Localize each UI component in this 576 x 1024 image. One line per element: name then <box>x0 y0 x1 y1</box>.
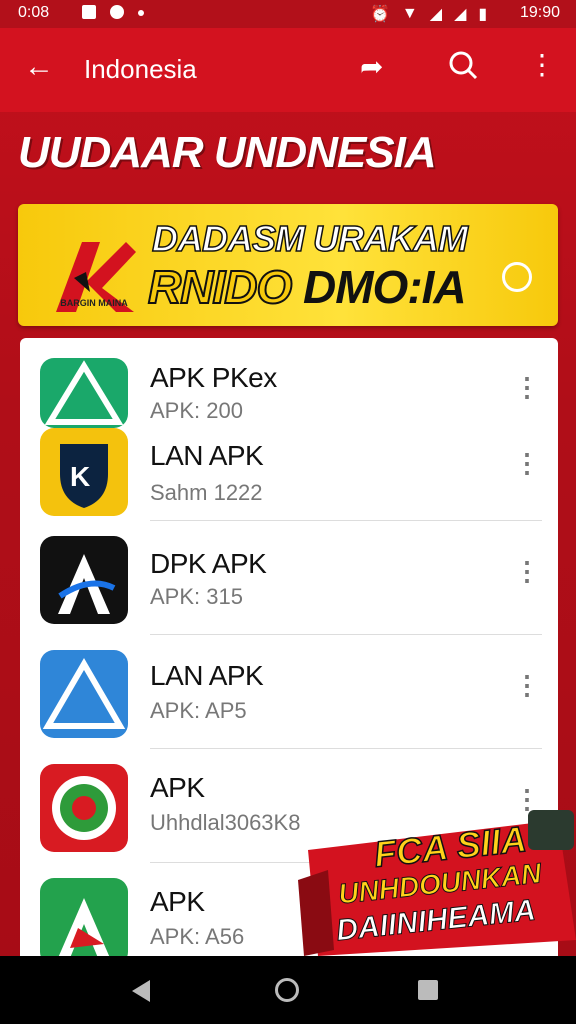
app-name: APK <box>150 772 205 803</box>
signal2-icon: ◢ <box>454 6 467 23</box>
status-clock: 19:90 <box>519 4 560 21</box>
a-letter-icon <box>40 878 128 966</box>
app-name: LAN APK <box>150 660 264 691</box>
item-menu-icon[interactable]: ⋮ <box>514 670 540 701</box>
app-bar-title: Indonesia <box>84 54 197 84</box>
page-heading: UUDAAR UNDNESIA <box>18 128 437 177</box>
item-menu-icon[interactable]: ⋮ <box>514 372 540 403</box>
nav-recents-icon[interactable] <box>418 980 438 1000</box>
promo-line-2b: DMO:IA <box>303 261 467 313</box>
triangle-logo-icon <box>40 358 128 428</box>
list-item[interactable]: LAN APK APK: AP5 ⋮ <box>20 650 558 738</box>
app-subtitle: APK: AP5 <box>150 698 247 723</box>
app-name: LAN APK <box>150 440 264 471</box>
svg-text:K: K <box>70 461 90 492</box>
search-icon[interactable] <box>448 50 478 87</box>
signal-icon: ◢ <box>429 6 443 23</box>
divider <box>150 634 542 635</box>
promo-line-2: RNIDO DMO:IA <box>147 260 467 314</box>
nav-back-icon[interactable] <box>132 980 150 1002</box>
app-name: DPK APK <box>150 548 267 579</box>
app-subtitle: APK: 315 <box>150 584 243 609</box>
divider <box>150 748 542 749</box>
item-menu-icon[interactable]: ⋮ <box>514 556 540 587</box>
app-name: APK <box>150 886 205 917</box>
notification-icons <box>82 5 144 19</box>
status-time: 0:08 <box>18 4 50 21</box>
list-item[interactable]: K LAN APK Sahm 1222 ⋮ <box>20 428 558 516</box>
overflow-menu-icon[interactable]: ⋮ <box>528 48 556 81</box>
app-bar: ← Indonesia ➦ ⋮ <box>0 28 576 112</box>
emblem-icon <box>40 764 128 852</box>
battery-icon: ▮ <box>478 6 488 23</box>
promo-line-2a: RNIDO <box>147 260 293 314</box>
wifi-icon: ▼ <box>401 5 418 22</box>
back-arrow-icon[interactable]: ← <box>24 50 58 84</box>
system-icons: ⏰ ▼ ◢ ◢ ▮ <box>370 4 487 24</box>
app-subtitle: APK: A56 <box>150 924 245 949</box>
app-subtitle: APK: 200 <box>150 398 243 423</box>
a-letter-icon <box>40 536 128 624</box>
app-subtitle: Sahm 1222 <box>150 480 263 505</box>
corner-promo-badge[interactable]: FCA SIIA UNHDOUNKAN DAIINIHEAMA <box>298 800 576 956</box>
app-subtitle: Uhhdlal3063K8 <box>150 810 301 835</box>
gallery-icon <box>82 5 96 19</box>
promo-banner[interactable]: BARGIN MAINA DADASM URAKAM RNIDO DMO:IA <box>18 204 558 326</box>
promo-line-1: DADASM URAKAM <box>151 217 468 260</box>
status-bar: 0:08 ⏰ ▼ ◢ ◢ ▮ 19:90 <box>0 0 576 28</box>
divider <box>150 520 542 521</box>
alarm-icon: ⏰ <box>370 6 390 23</box>
triangle-logo-icon <box>40 650 128 738</box>
brand-logo-text: BARGIN MAINA <box>60 298 128 308</box>
app-name: APK PKex <box>150 362 277 393</box>
list-item[interactable]: APK PKex APK: 200 ⋮ <box>20 358 558 428</box>
message-icon <box>110 5 124 19</box>
nav-home-icon[interactable] <box>275 978 299 1002</box>
list-item[interactable]: DPK APK APK: 315 ⋮ <box>20 536 558 624</box>
dot-icon <box>138 10 144 16</box>
timer-icon <box>502 262 532 292</box>
item-menu-icon[interactable]: ⋮ <box>514 448 540 479</box>
system-nav-bar <box>0 956 576 1024</box>
k-shield-icon: K <box>40 428 128 516</box>
share-icon[interactable]: ➦ <box>360 50 383 83</box>
